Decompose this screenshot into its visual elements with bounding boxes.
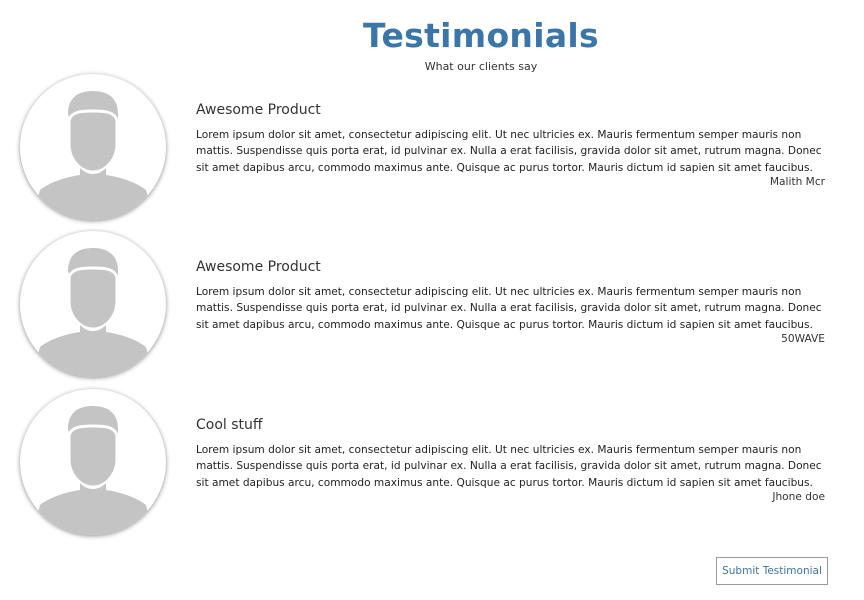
testimonial-item: Awesome Product Lorem ipsum dolor sit am… xyxy=(0,74,864,224)
testimonials-page: Testimonials What our clients say Awesom… xyxy=(0,0,864,600)
testimonial-author: Jhone doe xyxy=(772,491,825,503)
testimonial-item: Awesome Product Lorem ipsum dolor sit am… xyxy=(0,231,864,381)
user-avatar-icon xyxy=(20,389,166,535)
testimonial-title: Awesome Product xyxy=(196,259,321,275)
page-subtitle: What our clients say xyxy=(424,60,538,73)
testimonial-title: Awesome Product xyxy=(196,102,321,118)
testimonial-title: Cool stuff xyxy=(196,417,263,433)
user-avatar-icon xyxy=(20,74,166,220)
testimonial-author: 50WAVE xyxy=(781,333,825,345)
testimonial-body: Lorem ipsum dolor sit amet, consectetur … xyxy=(196,286,822,331)
user-avatar-icon xyxy=(20,231,166,377)
testimonial-item: Cool stuff Lorem ipsum dolor sit amet, c… xyxy=(0,389,864,539)
testimonial-body: Lorem ipsum dolor sit amet, consectetur … xyxy=(196,444,822,489)
testimonial-body: Lorem ipsum dolor sit amet, consectetur … xyxy=(196,129,822,174)
submit-testimonial-button[interactable]: Submit Testimonial xyxy=(716,557,828,585)
testimonial-author: Malith Mcr xyxy=(769,176,825,188)
page-title: Testimonials xyxy=(363,16,599,55)
